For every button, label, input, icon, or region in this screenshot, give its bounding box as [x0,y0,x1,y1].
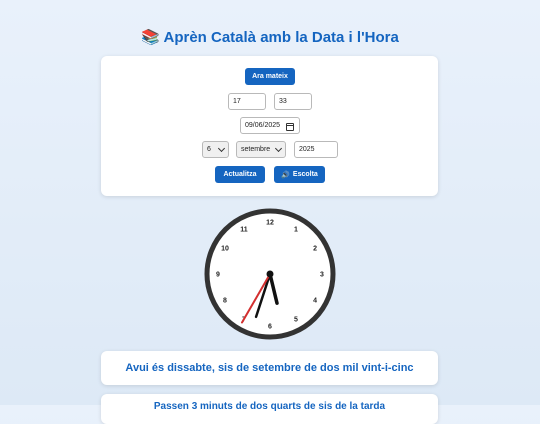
date-sentence: Avui és dissabte, sis de setembre de dos… [101,351,438,385]
controls-card: Ara mateix 17 33 09/06/2025 6 setembre 2… [101,56,438,196]
update-button[interactable]: Actualitza [215,166,265,183]
date-input-value: 09/06/2025 [245,122,281,129]
year-input[interactable]: 2025 [294,141,338,158]
clock-number-12: 12 [266,220,274,227]
page-title-text: Aprèn Català amb la Data i l'Hora [163,29,399,46]
hour-input[interactable]: 17 [228,93,266,110]
books-icon: 📚 [141,29,160,46]
chevron-down-icon [217,144,226,153]
clock-number-2: 2 [313,246,317,253]
time-sentence: Passen 3 minuts de dos quarts de sis de … [101,394,438,424]
day-select-value: 6 [207,146,211,153]
clock-number-10: 10 [221,246,229,253]
clock-number-9: 9 [216,272,220,279]
speaker-icon: 🔊 [281,171,290,179]
day-select[interactable]: 6 [202,141,229,158]
page-title: 📚 Aprèn Català amb la Data i l'Hora [0,28,540,46]
date-input[interactable]: 09/06/2025 [240,117,300,134]
listen-button-label: Escolta [292,171,318,178]
clock-number-1: 1 [294,226,298,233]
listen-button[interactable]: 🔊 Escolta [274,166,325,183]
analog-clock: 121234567891011 [203,207,337,341]
clock-number-3: 3 [320,272,324,279]
clock-center [266,270,274,278]
month-select[interactable]: setembre [236,141,286,158]
clock-number-11: 11 [240,226,248,233]
minute-input[interactable]: 33 [274,93,312,110]
clock-number-6: 6 [268,324,272,331]
clock-number-5: 5 [294,317,298,324]
clock-number-8: 8 [223,298,227,305]
chevron-down-icon [274,144,283,153]
month-select-value: setembre [241,146,271,153]
now-button[interactable]: Ara mateix [245,68,295,85]
calendar-icon[interactable] [286,123,294,131]
clock-number-4: 4 [313,298,317,305]
